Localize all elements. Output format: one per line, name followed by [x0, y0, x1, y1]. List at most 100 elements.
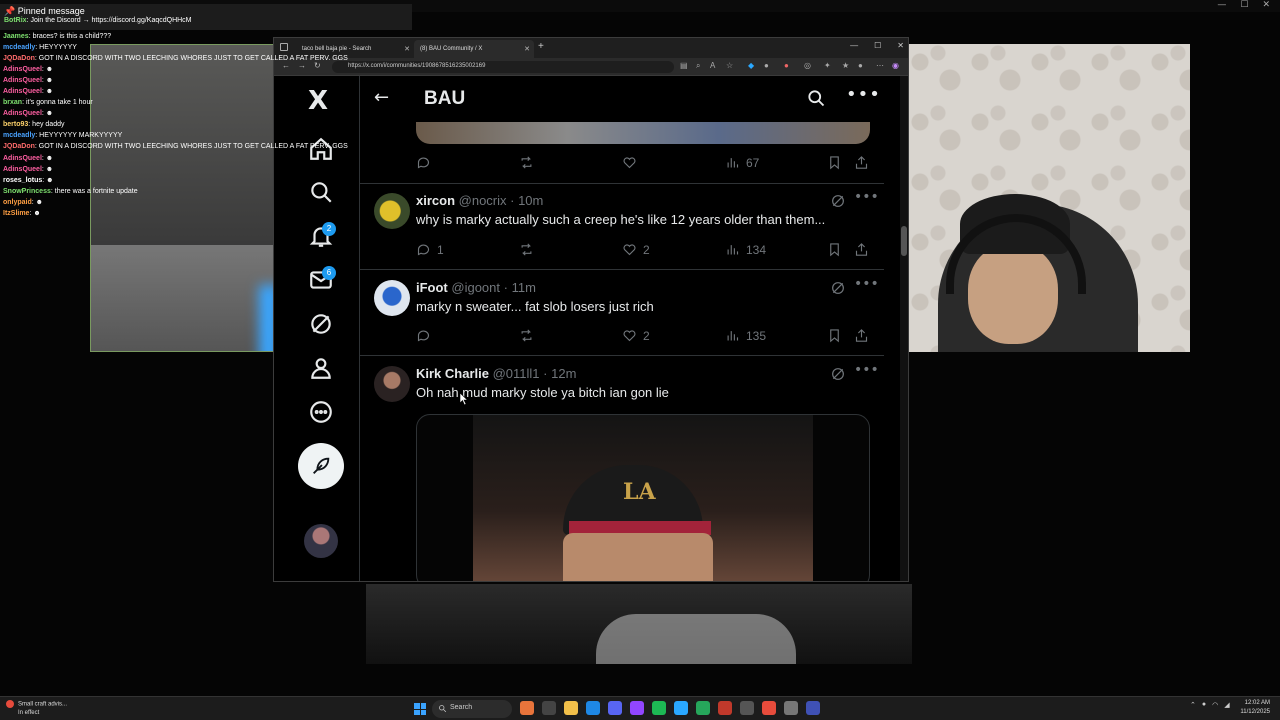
extension-icon-3[interactable]: ●	[784, 61, 789, 70]
desktop-window-controls[interactable]: — ☐ ✕	[1217, 0, 1280, 12]
file-explorer-icon[interactable]	[564, 701, 578, 715]
spotify-icon[interactable]	[652, 701, 666, 715]
grok-icon[interactable]	[830, 366, 846, 382]
chat-username[interactable]: AdinsQueel	[3, 110, 42, 117]
chat-username[interactable]: AdinsQueel	[3, 155, 42, 162]
chat-username[interactable]: JQDaDon	[3, 143, 35, 150]
favorites-bar-icon[interactable]: ★	[842, 61, 849, 70]
discord-icon[interactable]	[608, 701, 622, 715]
reply-icon[interactable]	[416, 328, 431, 343]
reader-icon[interactable]: ▤	[680, 61, 688, 70]
microphone-icon[interactable]: ●	[1202, 701, 1206, 709]
bookmark-icon[interactable]	[827, 155, 842, 170]
more-icon[interactable]	[308, 399, 334, 425]
views-stat[interactable]: 67	[725, 155, 759, 170]
page-scrollbar[interactable]	[900, 76, 908, 581]
edge-icon[interactable]	[586, 701, 600, 715]
settings-icon[interactable]	[784, 701, 798, 715]
author-name[interactable]: xircon	[416, 193, 455, 208]
chat-username[interactable]: AdinsQueel	[3, 77, 42, 84]
like-stat[interactable]: 2	[622, 328, 650, 343]
profile-icon[interactable]: ●	[858, 61, 863, 70]
chat-username[interactable]: Jaames	[3, 33, 29, 40]
more-options-icon[interactable]: •••	[854, 189, 879, 205]
previous-post-media[interactable]	[416, 122, 870, 144]
windows-start-icon[interactable]	[414, 703, 426, 715]
app-icon-5[interactable]	[762, 701, 776, 715]
taskbar-search[interactable]: Search	[432, 700, 512, 718]
author-handle[interactable]: @igoont	[451, 280, 500, 295]
clock[interactable]: 12:02 AM 11/12/2025	[1240, 699, 1270, 717]
app-icon-4[interactable]	[718, 701, 732, 715]
share-icon[interactable]	[854, 242, 869, 257]
chevron-up-icon[interactable]: ⌃	[1190, 701, 1196, 709]
task-view-icon[interactable]	[542, 701, 556, 715]
app-icon-2[interactable]	[674, 701, 688, 715]
chat-username[interactable]: mcdeadly	[3, 44, 35, 51]
app-icon[interactable]	[520, 701, 534, 715]
author-handle[interactable]: @011ll1	[493, 366, 540, 381]
author-name[interactable]: iFoot	[416, 280, 448, 295]
new-tab-icon[interactable]: +	[538, 41, 544, 52]
views-stat[interactable]: 134	[725, 242, 766, 257]
chat-username[interactable]: berto93	[3, 121, 28, 128]
author-name[interactable]: Kirk Charlie	[416, 366, 489, 381]
menu-icon[interactable]: ⋯	[876, 61, 884, 70]
minimize-icon[interactable]: —	[850, 41, 858, 50]
copilot-icon[interactable]: ◉	[892, 61, 899, 70]
profile-icon[interactable]	[308, 355, 334, 381]
reply-stat[interactable]: 1	[416, 242, 444, 257]
tweet-time[interactable]: · 10m	[510, 193, 543, 208]
extensions-icon[interactable]: ✦	[824, 61, 831, 70]
like-stat[interactable]: 2	[622, 242, 650, 257]
more-options-icon[interactable]: •••	[854, 276, 879, 292]
tab-x-community[interactable]: (8) BAU Community / X ✕	[414, 40, 534, 58]
views-stat[interactable]: 135	[725, 328, 766, 343]
twitch-icon[interactable]	[630, 701, 644, 715]
translate-icon[interactable]: A	[710, 61, 715, 70]
app-icon-3[interactable]	[696, 701, 710, 715]
chat-username[interactable]: SnowPrincess	[3, 188, 51, 195]
chat-username[interactable]: AdinsQueel	[3, 66, 42, 73]
steam-icon[interactable]	[740, 701, 754, 715]
volume-icon[interactable]: ◢	[1224, 701, 1229, 709]
chat-username[interactable]: ItzSlime	[3, 210, 29, 217]
like-icon[interactable]	[622, 155, 637, 170]
share-icon[interactable]	[854, 155, 869, 170]
bookmark-icon[interactable]	[827, 328, 842, 343]
weather-widget[interactable]: Small craft advis... In effect	[6, 700, 67, 717]
author-handle[interactable]: @nocrix	[459, 193, 507, 208]
chat-username[interactable]: roses_lotus	[3, 177, 42, 184]
extension-icon-2[interactable]: ●	[764, 61, 769, 70]
account-avatar[interactable]	[304, 524, 338, 558]
chat-username[interactable]: AdinsQueel	[3, 166, 42, 173]
grok-icon[interactable]	[308, 311, 334, 337]
grok-icon[interactable]	[830, 280, 846, 296]
extension-icon-4[interactable]: ◎	[804, 61, 811, 70]
extension-icon[interactable]: ◆	[748, 61, 754, 70]
chat-username[interactable]: JQDaDon	[3, 55, 35, 62]
tweet-time[interactable]: · 12m	[543, 366, 576, 381]
bookmark-icon[interactable]	[827, 242, 842, 257]
favorite-icon[interactable]: ☆	[726, 61, 733, 70]
more-options-icon[interactable]: •••	[854, 362, 879, 378]
more-options-icon[interactable]: •••	[846, 84, 881, 105]
tweet-video-media[interactable]: LA	[416, 414, 870, 581]
repost-icon[interactable]	[519, 155, 534, 170]
scrollbar-thumb[interactable]	[901, 226, 907, 256]
close-icon[interactable]: ✕	[524, 45, 530, 53]
chat-username[interactable]: onlypaid	[3, 199, 32, 206]
network-icon[interactable]: ◠	[1212, 701, 1218, 709]
share-icon[interactable]	[854, 328, 869, 343]
tweet-time[interactable]: · 11m	[504, 280, 536, 295]
chat-username[interactable]: AdinsQueel	[3, 88, 42, 95]
chat-username[interactable]: mcdeadly	[3, 132, 35, 139]
chat-username[interactable]: brxan	[3, 99, 22, 106]
maximize-icon[interactable]: ☐	[874, 41, 881, 50]
search-icon[interactable]	[806, 88, 826, 108]
zoom-icon[interactable]: ⌕	[696, 61, 700, 71]
app-icon-6[interactable]	[806, 701, 820, 715]
repost-icon[interactable]	[519, 328, 534, 343]
avatar[interactable]	[374, 366, 410, 402]
avatar[interactable]	[374, 280, 410, 316]
